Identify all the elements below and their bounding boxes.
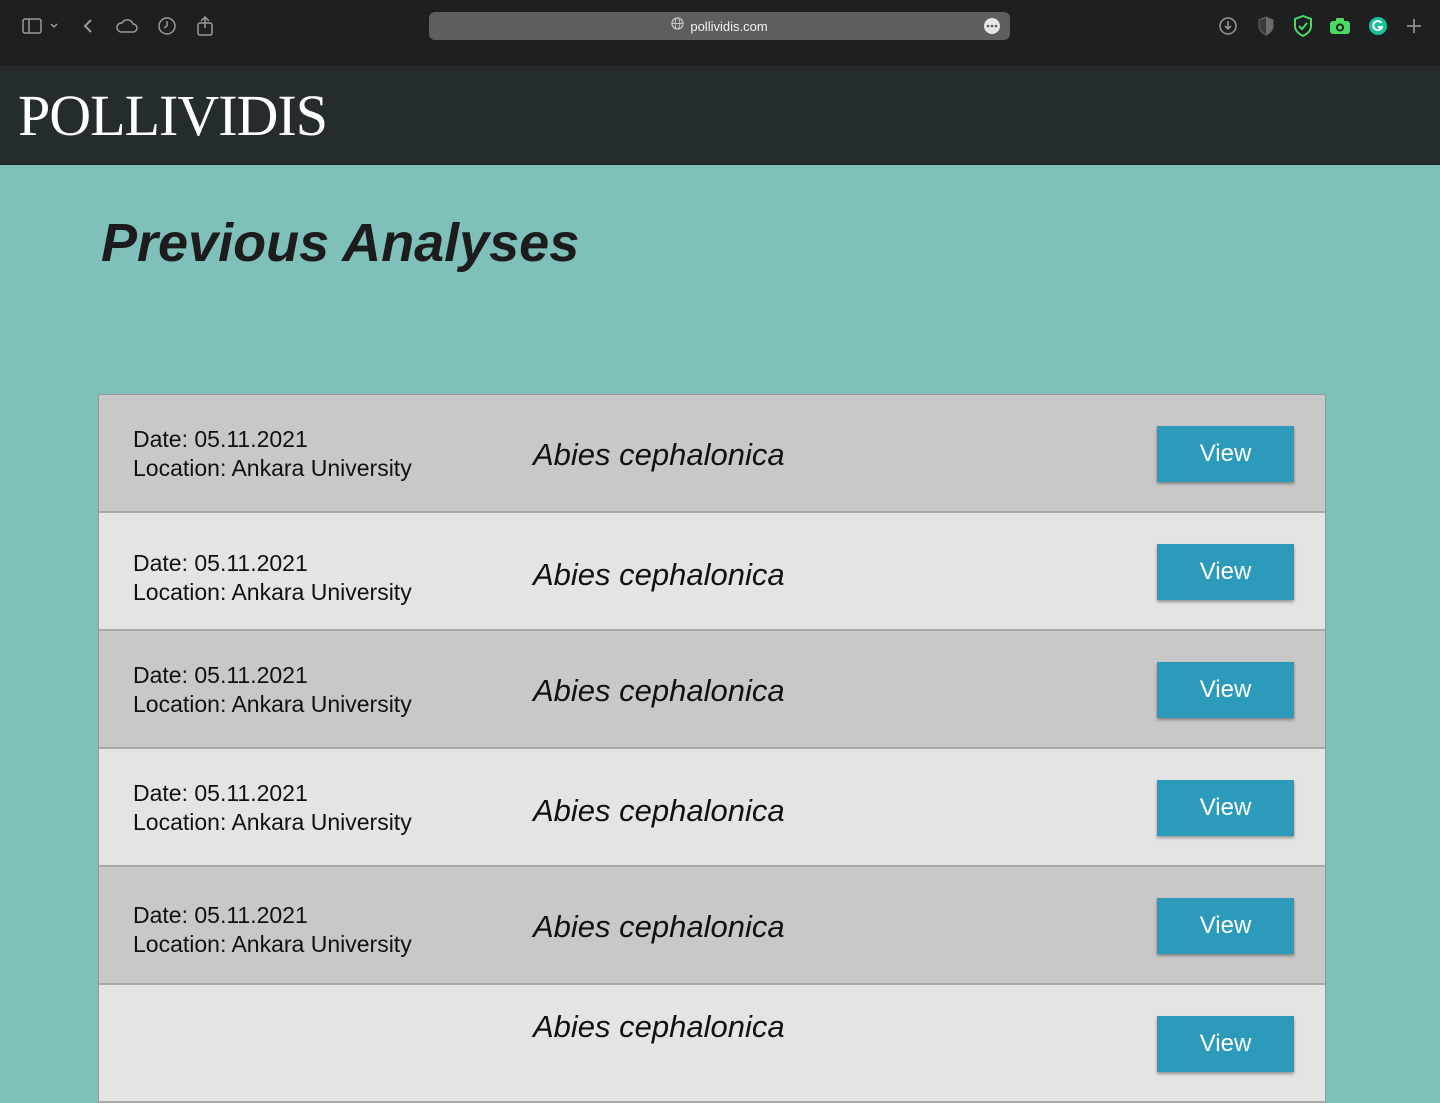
site-logo[interactable]: POLLIVIDIS (18, 84, 328, 148)
history-icon[interactable] (155, 14, 179, 38)
analyses-list: Date: 05.11.2021 Location: Ankara Univer… (98, 394, 1326, 1103)
analysis-species: Abies cephalonica (533, 909, 785, 944)
analysis-meta: Date: 05.11.2021 Location: Ankara Univer… (133, 901, 412, 959)
analysis-species: Abies cephalonica (533, 673, 785, 708)
analysis-row: Date: 05.11.2021 Location: Ankara Univer… (99, 395, 1325, 513)
analysis-meta: Date: 05.11.2021 Location: Ankara Univer… (133, 425, 412, 483)
analysis-row: Date: 05.11.2021 Location: Ankara Univer… (99, 631, 1325, 749)
privacy-shield-icon[interactable] (1254, 14, 1278, 38)
analysis-meta: Date: 05.11.2021 Location: Ankara Univer… (133, 549, 412, 607)
new-tab-icon[interactable] (1402, 14, 1426, 38)
analysis-species: Abies cephalonica (533, 437, 785, 472)
view-button[interactable]: View (1157, 780, 1294, 836)
view-button[interactable]: View (1157, 1016, 1294, 1072)
view-button[interactable]: View (1157, 426, 1294, 482)
more-options-icon[interactable] (984, 18, 1000, 34)
adguard-icon[interactable] (1291, 14, 1315, 38)
browser-toolbar: pollividis.com (0, 0, 1440, 66)
analysis-date: Date: 05.11.2021 (133, 780, 308, 806)
analysis-date: Date: 05.11.2021 (133, 902, 308, 928)
analysis-date: Date: 05.11.2021 (133, 426, 308, 452)
page-title: Previous Analyses (101, 213, 580, 273)
globe-icon (671, 17, 684, 35)
analysis-species: Abies cephalonica (533, 557, 785, 592)
analysis-row: Date: 05.11.2021 Location: Ankara Univer… (99, 749, 1325, 867)
url-text: pollividis.com (690, 18, 768, 34)
analysis-date: Date: 05.11.2021 (133, 662, 308, 688)
share-icon[interactable] (193, 14, 217, 38)
analysis-species: Abies cephalonica (533, 1009, 785, 1044)
view-button[interactable]: View (1157, 544, 1294, 600)
sidebar-icon[interactable] (20, 14, 44, 38)
chevron-down-icon[interactable] (46, 14, 62, 38)
view-button[interactable]: View (1157, 898, 1294, 954)
analysis-location: Location: Ankara University (133, 579, 412, 605)
cloud-icon[interactable] (115, 14, 139, 38)
analysis-location: Location: Ankara University (133, 931, 412, 957)
download-icon[interactable] (1216, 14, 1240, 38)
analysis-species: Abies cephalonica (533, 793, 785, 828)
back-icon[interactable] (76, 14, 100, 38)
address-bar[interactable]: pollividis.com (429, 12, 1010, 40)
analysis-row: Date: 05.11.2021 Location: Ankara Univer… (99, 867, 1325, 985)
analysis-location: Location: Ankara University (133, 455, 412, 481)
grammarly-icon[interactable] (1366, 14, 1390, 38)
analysis-row: Date: 05.11.2021 Location: Ankara Univer… (99, 513, 1325, 631)
view-button[interactable]: View (1157, 662, 1294, 718)
camera-icon[interactable] (1328, 14, 1352, 38)
analysis-row: Abies cephalonica View (99, 985, 1325, 1103)
analysis-location: Location: Ankara University (133, 691, 412, 717)
analysis-location: Location: Ankara University (133, 809, 412, 835)
analysis-date: Date: 05.11.2021 (133, 550, 308, 576)
site-header: POLLIVIDIS (0, 66, 1440, 165)
analysis-meta: Date: 05.11.2021 Location: Ankara Univer… (133, 779, 412, 837)
analysis-meta: Date: 05.11.2021 Location: Ankara Univer… (133, 661, 412, 719)
